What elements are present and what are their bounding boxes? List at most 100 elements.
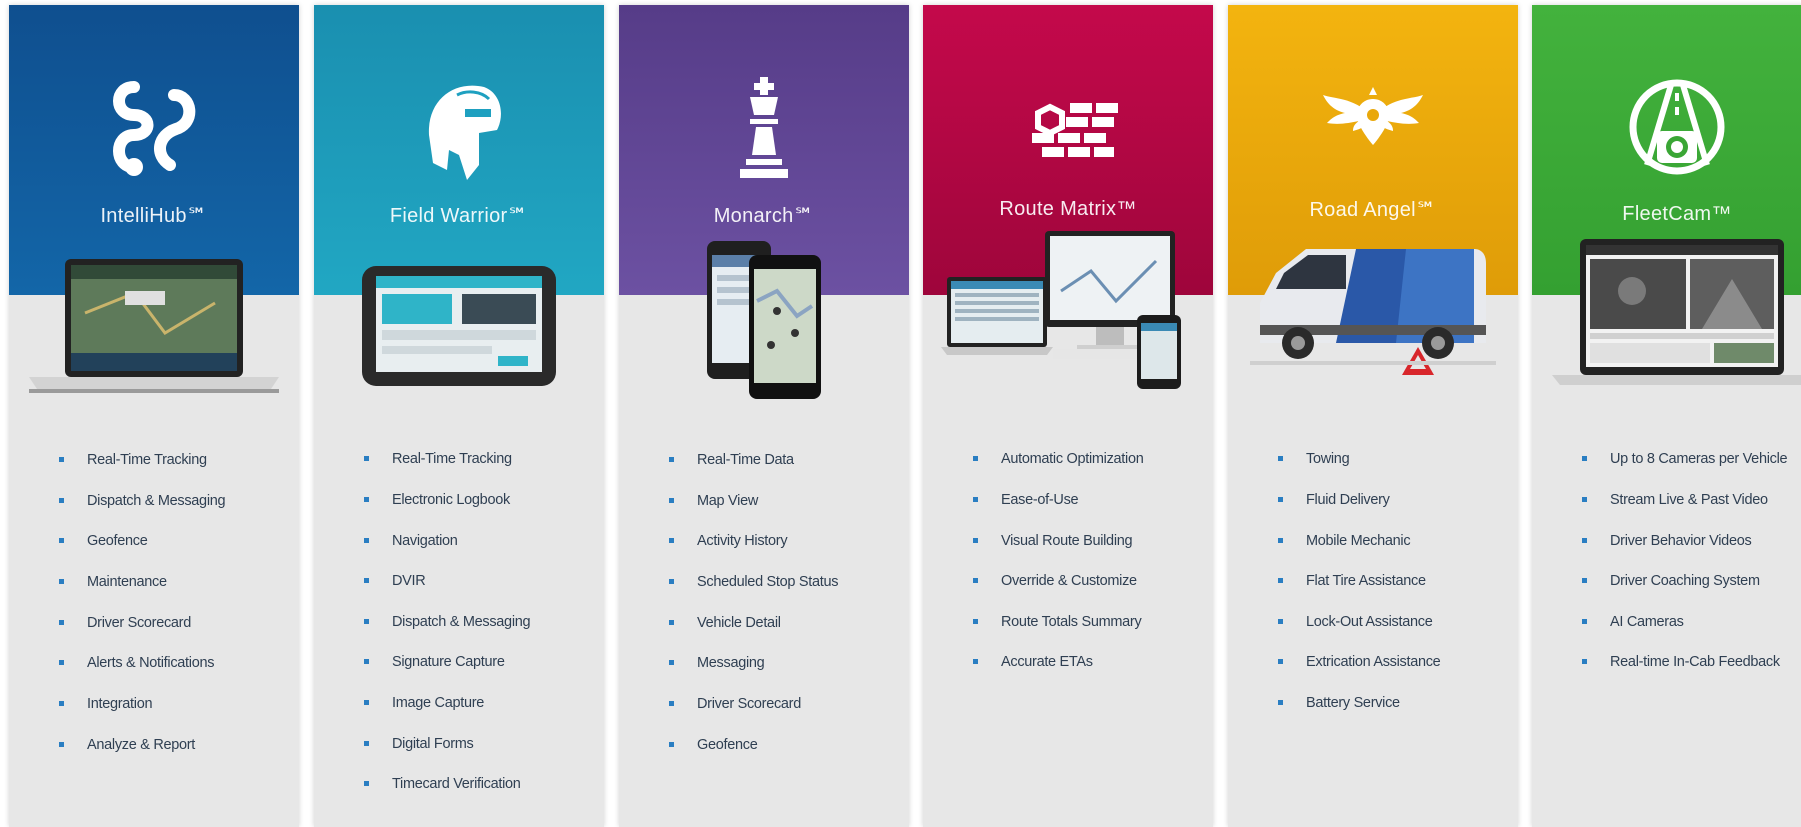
list-item: Accurate ETAs: [973, 651, 1093, 673]
bullet-icon: [59, 457, 64, 462]
bullet-icon: [364, 578, 369, 583]
list-item: AI Cameras: [1582, 611, 1684, 633]
bullet-icon: [59, 579, 64, 584]
card-header: IntelliHub℠: [9, 5, 299, 295]
product-card-monarch[interactable]: Monarch℠ Real-Time Data Map View Activit…: [619, 5, 909, 827]
list-item: Maintenance: [59, 571, 167, 593]
bullet-icon: [1278, 456, 1283, 461]
list-item: Alerts & Notifications: [59, 652, 214, 674]
product-cards: IntelliHub℠ Real-Time Tracking Dispatch …: [9, 5, 1801, 827]
bullet-icon: [1582, 578, 1587, 583]
bullet-icon: [364, 659, 369, 664]
multi-device-icon: [941, 231, 1181, 389]
product-card-road-angel[interactable]: Road Angel℠ Towing Fluid Delivery Mobile…: [1228, 5, 1518, 827]
list-item: Dispatch & Messaging: [364, 611, 531, 633]
bullet-icon: [1278, 619, 1283, 624]
list-item: Lock-Out Assistance: [1278, 611, 1433, 633]
list-item: Extrication Assistance: [1278, 651, 1441, 673]
product-card-field-warrior[interactable]: Field Warrior℠ Real-Time Tracking Electr…: [314, 5, 604, 827]
list-item: Real-Time Tracking: [364, 448, 512, 470]
list-item: Real-Time Tracking: [59, 449, 207, 471]
bullet-icon: [59, 660, 64, 665]
product-card-intellihub[interactable]: IntelliHub℠ Real-Time Tracking Dispatch …: [9, 5, 299, 827]
bullet-icon: [1582, 619, 1587, 624]
bullet-icon: [364, 497, 369, 502]
bullet-icon: [1582, 659, 1587, 664]
list-item: Timecard Verification: [364, 773, 521, 795]
bullet-icon: [59, 620, 64, 625]
bullet-icon: [1582, 456, 1587, 461]
van-icon: [1250, 249, 1496, 375]
bullet-icon: [669, 701, 674, 706]
list-item: Analyze & Report: [59, 734, 195, 756]
brand-name: Field Warrior℠: [389, 205, 529, 227]
bullet-icon: [364, 456, 369, 461]
list-item: Automatic Optimization: [973, 448, 1144, 470]
bullet-icon: [669, 457, 674, 462]
list-item: Geofence: [59, 530, 148, 552]
product-card-fleetcam[interactable]: FleetCam™ Up to 8 Cameras per Vehicle St…: [1532, 5, 1801, 827]
list-item: Scheduled Stop Status: [669, 571, 839, 593]
list-item: Integration: [59, 693, 153, 715]
bullet-icon: [1278, 700, 1283, 705]
list-item: Override & Customize: [973, 570, 1137, 592]
list-item: Activity History: [669, 530, 788, 552]
bullet-icon: [973, 659, 978, 664]
laptop-icon: [29, 259, 279, 393]
product-card-route-matrix[interactable]: Route Matrix™ Automatic Optimization Eas…: [923, 5, 1213, 827]
list-item: Up to 8 Cameras per Vehicle: [1582, 448, 1788, 470]
bullet-icon: [1582, 497, 1587, 502]
list-item: Battery Service: [1278, 692, 1400, 714]
list-item: Map View: [669, 490, 758, 512]
bullet-icon: [669, 620, 674, 625]
bullet-icon: [1278, 659, 1283, 664]
list-item: Image Capture: [364, 692, 484, 714]
bullet-icon: [1278, 497, 1283, 502]
bullet-icon: [973, 619, 978, 624]
brand-name: Road Angel℠: [1309, 199, 1437, 221]
bullet-icon: [669, 498, 674, 503]
list-item: Real-Time Data: [669, 449, 794, 471]
bullet-icon: [59, 701, 64, 706]
list-item: Driver Scorecard: [59, 612, 191, 634]
brand-name: Route Matrix™: [999, 198, 1137, 220]
intellihub-logo-icon: [113, 81, 196, 176]
list-item: Visual Route Building: [973, 530, 1133, 552]
list-item: DVIR: [364, 570, 426, 592]
road-camera-icon: [1629, 79, 1725, 175]
bullet-icon: [59, 538, 64, 543]
list-item: Messaging: [669, 652, 765, 674]
list-item: Digital Forms: [364, 733, 474, 755]
list-item: Signature Capture: [364, 651, 505, 673]
bullet-icon: [59, 742, 64, 747]
list-item: Navigation: [364, 530, 458, 552]
bullet-icon: [669, 579, 674, 584]
bullet-icon: [669, 538, 674, 543]
list-item: Geofence: [669, 734, 758, 756]
smartphones-icon: [707, 241, 821, 399]
bullet-icon: [364, 781, 369, 786]
winged-pin-icon: [1323, 87, 1423, 145]
tablet-icon: [362, 266, 556, 386]
bullet-icon: [669, 660, 674, 665]
laptop-icon: [1552, 239, 1801, 385]
bullet-icon: [59, 498, 64, 503]
list-item: Towing: [1278, 448, 1350, 470]
list-item: Mobile Mechanic: [1278, 530, 1411, 552]
list-item: Real-time In-Cab Feedback: [1582, 651, 1780, 673]
bullet-icon: [1278, 578, 1283, 583]
list-item: Electronic Logbook: [364, 489, 510, 511]
bullet-icon: [1582, 538, 1587, 543]
brand-name: IntelliHub℠: [100, 205, 208, 227]
chess-king-icon: [740, 77, 788, 178]
bullet-icon: [973, 497, 978, 502]
bullet-icon: [973, 578, 978, 583]
list-item: Flat Tire Assistance: [1278, 570, 1426, 592]
list-item: Ease-of-Use: [973, 489, 1079, 511]
route-matrix-logo-icon: [1032, 103, 1118, 157]
bullet-icon: [364, 538, 369, 543]
list-item: Fluid Delivery: [1278, 489, 1390, 511]
list-item: Driver Scorecard: [669, 693, 801, 715]
list-item: Driver Coaching System: [1582, 570, 1760, 592]
brand-name: FleetCam™: [1622, 203, 1732, 225]
